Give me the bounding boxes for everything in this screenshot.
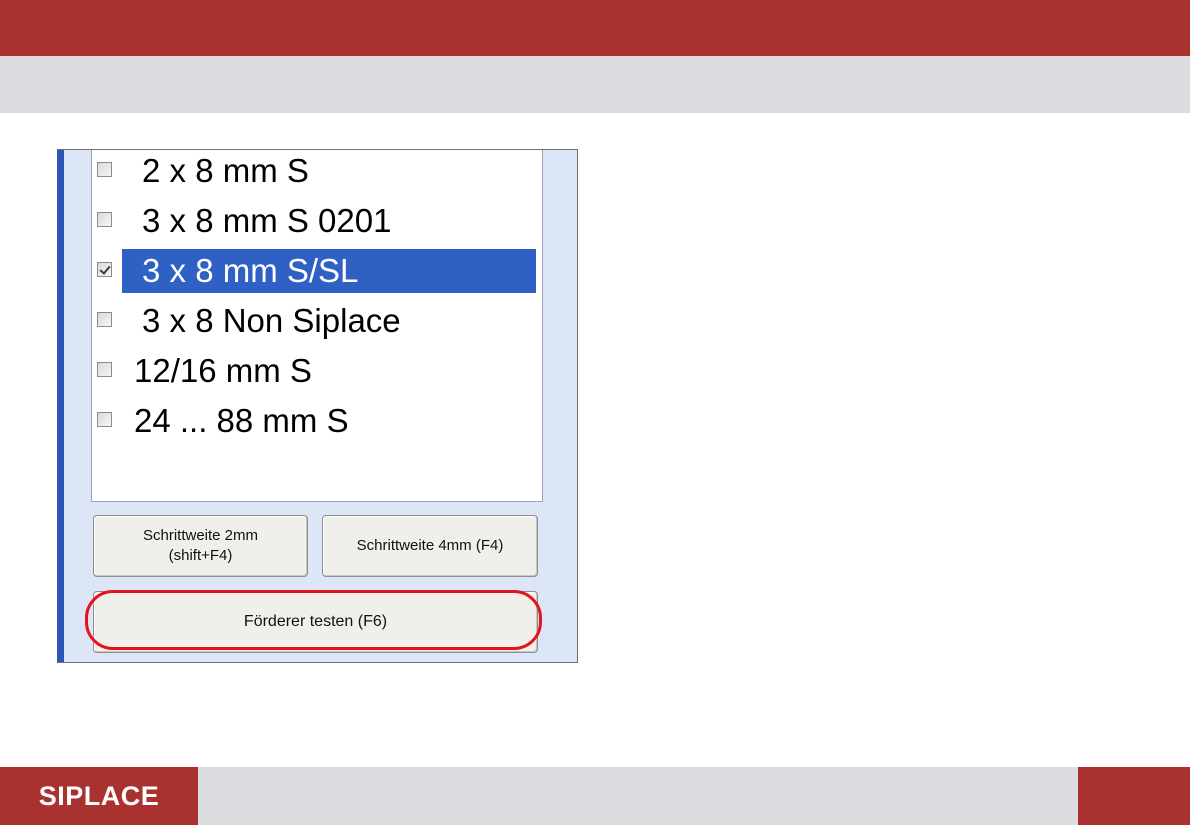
- test-feeder-label: Förderer testen (F6): [243, 613, 388, 630]
- checkbox[interactable]: [97, 412, 112, 427]
- checkbox[interactable]: [97, 312, 112, 327]
- list-item[interactable]: 3 x 8 Non Siplace: [92, 299, 542, 349]
- feeder-panel-screenshot: 2 x 8 mm S 3 x 8 mm S 0201 3 x 8 mm S/SL…: [57, 149, 578, 663]
- list-item-label: 3 x 8 mm S 0201: [142, 202, 392, 239]
- list-item-label: 12/16 mm S: [134, 352, 312, 389]
- header-bar: [0, 0, 1190, 56]
- test-feeder-button[interactable]: Förderer testen (F6): [93, 591, 538, 653]
- list-item-label: 2 x 8 mm S: [142, 152, 309, 189]
- checkbox[interactable]: [97, 162, 112, 177]
- footer-accent: [1078, 767, 1190, 825]
- list-item[interactable]: 24 ... 88 mm S: [92, 399, 542, 449]
- subheader-bar: [0, 56, 1190, 113]
- list-item-selected[interactable]: 3 x 8 mm S/SL: [92, 249, 542, 299]
- checkbox[interactable]: [97, 212, 112, 227]
- checkbox[interactable]: [97, 362, 112, 377]
- step-2mm-label: Schrittweite 2mm: [142, 527, 259, 544]
- brand-text: SIPLACE: [38, 780, 160, 811]
- list-item-label: 3 x 8 Non Siplace: [142, 302, 401, 339]
- footer-bar: [198, 767, 1078, 825]
- step-4mm-label: Schrittweite 4mm (F4): [356, 537, 504, 554]
- list-item[interactable]: 3 x 8 mm S 0201: [92, 199, 542, 249]
- siplace-logo: SIPLACE: [0, 767, 198, 825]
- window-edge: [57, 150, 64, 662]
- step-4mm-button[interactable]: Schrittweite 4mm (F4): [322, 515, 538, 577]
- list-item[interactable]: 2 x 8 mm S: [92, 150, 542, 199]
- step-2mm-button[interactable]: Schrittweite 2mm (shift+F4): [93, 515, 308, 577]
- checkbox-checked[interactable]: [97, 262, 112, 277]
- list-item[interactable]: 12/16 mm S: [92, 349, 542, 399]
- list-item-label: 24 ... 88 mm S: [134, 402, 349, 439]
- feeder-type-list[interactable]: 2 x 8 mm S 3 x 8 mm S 0201 3 x 8 mm S/SL…: [91, 150, 543, 502]
- step-2mm-shortcut: (shift+F4): [168, 547, 233, 564]
- list-item-label: 3 x 8 mm S/SL: [122, 249, 536, 293]
